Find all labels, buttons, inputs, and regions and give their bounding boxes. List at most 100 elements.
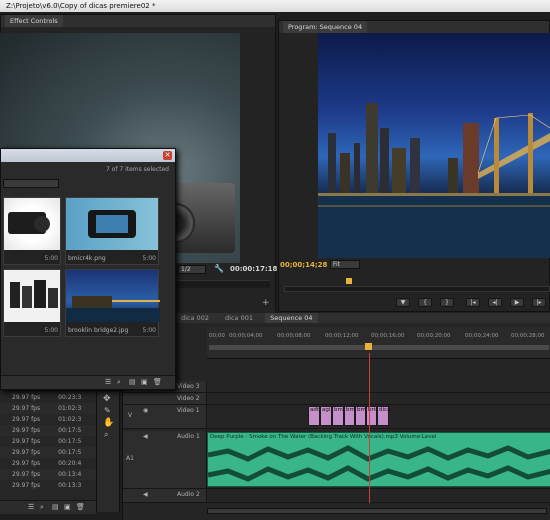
new-bin-icon[interactable]: ▤: [52, 503, 59, 511]
search-icon[interactable]: ⌕: [117, 378, 121, 387]
add-button-icon[interactable]: +: [262, 298, 270, 308]
mark-out-button[interactable]: }: [440, 298, 454, 307]
search-icon[interactable]: ⌕: [40, 503, 44, 512]
video-clip[interactable]: bm: [344, 406, 355, 426]
play-button[interactable]: ▶: [510, 298, 524, 307]
new-item-icon[interactable]: ▣: [141, 378, 148, 386]
media-thumbnail[interactable]: brooklin bridge2.jpg 5:00: [65, 269, 160, 337]
close-icon[interactable]: ✕: [163, 151, 172, 160]
program-fit-select[interactable]: Fit: [330, 260, 360, 269]
playhead-line[interactable]: [369, 353, 370, 503]
project-row[interactable]: 29.97 fps 00:13:4: [0, 469, 96, 480]
frame-rate: 29.97 fps: [12, 460, 41, 467]
frame-rate: 29.97 fps: [12, 416, 41, 423]
bridge-image: [66, 270, 160, 322]
project-row[interactable]: 29.97 fps 00:17:5: [0, 436, 96, 447]
ruler-label: 00;00;04;00: [229, 333, 263, 339]
frame-rate: 29.97 fps: [12, 471, 41, 478]
project-row[interactable]: 29.97 fps 01:02:3: [0, 403, 96, 414]
marker-button[interactable]: ▼: [396, 298, 410, 307]
video-clip[interactable]: agi: [320, 406, 332, 426]
trash-icon[interactable]: 🗑: [153, 378, 162, 386]
program-scrub-bar[interactable]: [284, 286, 550, 292]
project-row[interactable]: 29.97 fps 01:02:3: [0, 414, 96, 425]
timeline-panel: dica 002 dica 001 Sequence 04 00;00 00;0…: [122, 313, 550, 520]
track-header: ◀ Audio 2: [123, 489, 207, 502]
speaker-icon[interactable]: ◀: [143, 433, 148, 440]
media-thumbnail[interactable]: bmicr4k.png 5:00: [65, 197, 159, 265]
track-label: Video 1: [177, 407, 200, 414]
track-label: Video 3: [177, 383, 200, 390]
media-thumbnail[interactable]: 5:00: [3, 197, 61, 265]
window-title: Z:\Projeto\v6.0\Copy of dicas premiere02…: [0, 0, 550, 12]
tab-sequence-04[interactable]: Sequence 04: [265, 313, 318, 323]
track-video-2: Video 2: [123, 393, 550, 405]
media-filename: brooklin bridge2.jpg: [68, 327, 129, 334]
hand-tool-icon[interactable]: ✋: [103, 418, 114, 428]
step-back-button[interactable]: ◂|: [488, 298, 502, 307]
list-view-icon[interactable]: ☰: [105, 378, 111, 386]
media-duration: 5:00: [142, 327, 156, 334]
waveform: [208, 445, 550, 482]
track-header: A1 ◀ Audio 1: [123, 431, 207, 488]
media-duration: 00:23:3: [58, 394, 82, 401]
playhead-marker-icon[interactable]: [346, 278, 352, 284]
project-row[interactable]: 29.97 fps 00:23:3: [0, 392, 96, 403]
timeline-horizontal-scrollbar[interactable]: [207, 508, 547, 514]
new-bin-icon[interactable]: ▤: [129, 378, 136, 386]
eye-icon[interactable]: ◉: [143, 407, 148, 414]
project-row[interactable]: 29.97 fps 00:13:3: [0, 480, 96, 491]
tab-dica-001[interactable]: dica 001: [225, 314, 253, 322]
tab-dica-002[interactable]: dica 002: [181, 314, 209, 322]
track-label: Video 2: [177, 395, 200, 402]
trash-icon[interactable]: 🗑: [76, 503, 85, 511]
timeline-ruler[interactable]: 00;00 00;00;04;00 00;00;08;00 00;00;12;0…: [207, 327, 550, 359]
video-clip[interactable]: bm: [355, 406, 366, 426]
go-to-in-button[interactable]: |◂: [466, 298, 480, 307]
video-clip[interactable]: bmi: [332, 406, 344, 426]
pen-tool-icon[interactable]: ✎: [104, 406, 111, 415]
speaker-icon[interactable]: ◀: [143, 491, 148, 498]
project-row[interactable]: 29.97 fps 00:20:4: [0, 458, 96, 469]
work-area-bar[interactable]: [209, 345, 549, 350]
ruler-label: 00;00;08;00: [277, 333, 311, 339]
media-browser-toolbar: ☰ ⌕ ▤ ▣ 🗑: [1, 375, 175, 389]
track-video-3: Video 3: [123, 381, 550, 393]
playhead-handle-icon[interactable]: [365, 343, 372, 350]
tab-effect-controls[interactable]: Effect Controls: [5, 15, 63, 27]
new-item-icon[interactable]: ▣: [64, 503, 71, 511]
video-clip[interactable]: dica: [377, 406, 390, 426]
step-forward-button[interactable]: |▸: [532, 298, 546, 307]
media-filter-select[interactable]: [3, 179, 59, 188]
track-audio-2: ◀ Audio 2: [123, 489, 550, 503]
project-row[interactable]: 29.97 fps 00:17:5: [0, 447, 96, 458]
source-scale-select[interactable]: 1/2: [178, 265, 206, 274]
zoom-tool-icon[interactable]: ⌕: [104, 430, 108, 440]
track-target-label[interactable]: A1: [126, 455, 134, 462]
ruler-label: 00;00;20;00: [417, 333, 451, 339]
tab-program-sequence[interactable]: Program: Sequence 04: [283, 21, 368, 33]
project-row[interactable]: 29.97 fps 00:17:5: [0, 425, 96, 436]
media-duration: 01:02:3: [58, 416, 82, 423]
ruler-label: 00;00: [209, 333, 225, 339]
frame-rate: 29.97 fps: [12, 427, 41, 434]
program-panel-header: Program: Sequence 04: [279, 21, 549, 33]
frame-rate: 29.97 fps: [12, 482, 41, 489]
program-timecode[interactable]: 00;00;14;28: [280, 261, 327, 269]
video-clip[interactable]: bric: [366, 406, 378, 426]
track-target-label[interactable]: V: [128, 412, 132, 419]
list-view-icon[interactable]: ☰: [28, 503, 34, 511]
video-clip[interactable]: adt: [308, 406, 320, 426]
project-bottom-toolbar: ☰ ⌕ ▤ ▣ 🗑: [0, 500, 96, 514]
source-timecode[interactable]: 00:00:17:18: [230, 265, 277, 273]
media-thumbnail[interactable]: 5:00: [3, 269, 61, 337]
wrench-icon[interactable]: 🔧: [214, 264, 224, 273]
ruler-label: 00;00;12;00: [325, 333, 359, 339]
media-browser-titlebar[interactable]: ✕: [1, 149, 175, 162]
move-tool-icon[interactable]: ✥: [103, 394, 111, 404]
mark-in-button[interactable]: {: [418, 298, 432, 307]
track-header: Video 2: [123, 393, 207, 404]
media-duration: 00:20:4: [58, 460, 82, 467]
media-filename: bmicr4k.png: [68, 255, 106, 262]
audio-clip[interactable]: Deep Purple - Smoke on The Water (Backin…: [207, 432, 550, 487]
